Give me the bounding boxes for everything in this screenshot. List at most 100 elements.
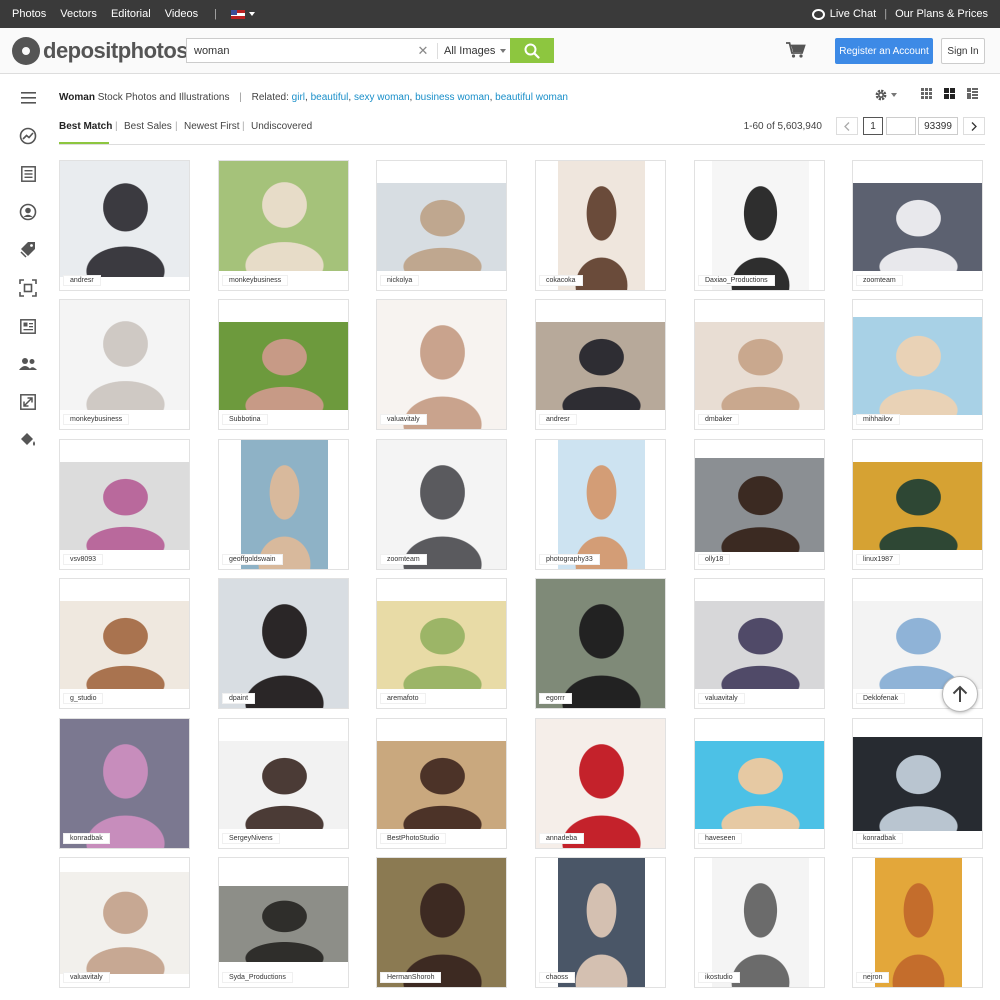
author-label[interactable]: haveseen xyxy=(698,833,743,844)
register-button[interactable]: Register an Account xyxy=(835,38,933,64)
logo[interactable]: depositphotos xyxy=(12,37,189,65)
prev-page-button[interactable] xyxy=(836,117,858,135)
language-selector[interactable] xyxy=(230,8,255,20)
image-card[interactable]: zoomteam xyxy=(376,439,507,570)
image-card[interactable]: mihhailov xyxy=(852,299,983,430)
author-label[interactable]: cokacoka xyxy=(539,275,583,286)
author-label[interactable]: linux1987 xyxy=(856,554,900,565)
search-button[interactable] xyxy=(510,38,554,63)
author-label[interactable]: vsv8093 xyxy=(63,554,104,565)
image-card[interactable]: SergeyNivens xyxy=(218,718,349,849)
author-label[interactable]: annadeba xyxy=(539,833,585,844)
author-label[interactable]: ikostudio xyxy=(698,972,740,983)
cart-icon[interactable] xyxy=(786,42,806,58)
list-icon[interactable] xyxy=(18,164,38,184)
menu-icon[interactable] xyxy=(18,88,38,108)
large-grid-view-button[interactable] xyxy=(944,88,955,102)
image-card[interactable]: geoffgoldswain xyxy=(218,439,349,570)
author-label[interactable]: andresr xyxy=(63,275,101,286)
author-label[interactable]: konradbak xyxy=(856,833,903,844)
image-card[interactable]: dpaint xyxy=(218,578,349,709)
related-link-business-woman[interactable]: business woman xyxy=(415,92,489,103)
plans-prices-link[interactable]: Our Plans & Prices xyxy=(895,8,988,20)
author-label[interactable]: aremafoto xyxy=(380,693,426,704)
image-card[interactable]: vsv8093 xyxy=(59,439,190,570)
author-label[interactable]: g_studio xyxy=(63,693,104,704)
image-card[interactable]: annadeba xyxy=(535,718,666,849)
image-card[interactable]: ikostudio xyxy=(694,857,825,988)
clear-search-icon[interactable]: ✕ xyxy=(415,43,431,59)
image-card[interactable]: andresr xyxy=(59,160,190,291)
tags-icon[interactable] xyxy=(18,240,38,260)
image-card[interactable]: BestPhotoStudio xyxy=(376,718,507,849)
image-card[interactable]: Daxiao_Productions xyxy=(694,160,825,291)
author-label[interactable]: dpaint xyxy=(222,693,256,704)
author-label[interactable]: egorrr xyxy=(539,693,572,704)
author-label[interactable]: zoomteam xyxy=(380,554,427,565)
mosaic-view-button[interactable] xyxy=(967,88,978,102)
author-label[interactable]: valuavitaly xyxy=(63,972,110,983)
search-input[interactable] xyxy=(187,39,415,62)
scroll-to-top-button[interactable] xyxy=(942,676,978,712)
image-card[interactable]: valuavitaly xyxy=(59,857,190,988)
author-label[interactable]: BestPhotoStudio xyxy=(380,833,447,844)
nav-photos[interactable]: Photos xyxy=(12,8,46,20)
image-card[interactable]: konradbak xyxy=(852,718,983,849)
image-card[interactable]: konradbak xyxy=(59,718,190,849)
author-label[interactable]: Deklofenak xyxy=(856,693,906,704)
author-label[interactable]: valuavitaly xyxy=(698,693,745,704)
people-icon[interactable] xyxy=(18,354,38,374)
tab-newest-first[interactable]: Newest First xyxy=(184,121,240,132)
author-label[interactable]: Daxiao_Productions xyxy=(698,275,775,286)
tab-best-match[interactable]: Best Match xyxy=(59,121,112,132)
image-card[interactable]: HermanShoroh xyxy=(376,857,507,988)
author-label[interactable]: zoomteam xyxy=(856,275,903,286)
author-label[interactable]: geoffgoldswain xyxy=(222,554,283,565)
author-label[interactable]: Syda_Productions xyxy=(222,972,293,983)
nav-videos[interactable]: Videos xyxy=(165,8,198,20)
author-label[interactable]: photography33 xyxy=(539,554,600,565)
author-label[interactable]: konradbak xyxy=(63,833,110,844)
tab-best-sales[interactable]: Best Sales xyxy=(124,121,172,132)
related-link-sexy-woman[interactable]: sexy woman xyxy=(354,92,410,103)
image-card[interactable]: Syda_Productions xyxy=(218,857,349,988)
nav-editorial[interactable]: Editorial xyxy=(111,8,151,20)
author-label[interactable]: nickolya xyxy=(380,275,420,286)
paint-bucket-icon[interactable] xyxy=(18,430,38,450)
image-card[interactable]: valuavitaly xyxy=(694,578,825,709)
expand-icon[interactable] xyxy=(18,392,38,412)
image-card[interactable]: photography33 xyxy=(535,439,666,570)
image-card[interactable]: monkeybusiness xyxy=(59,299,190,430)
image-card[interactable]: cokacoka xyxy=(535,160,666,291)
image-card[interactable]: monkeybusiness xyxy=(218,160,349,291)
user-circle-icon[interactable] xyxy=(18,202,38,222)
settings-dropdown[interactable] xyxy=(874,88,897,102)
image-card[interactable]: g_studio xyxy=(59,578,190,709)
page-number-input[interactable] xyxy=(886,117,916,135)
image-card[interactable]: dmbaker xyxy=(694,299,825,430)
author-label[interactable]: HermanShoroh xyxy=(380,972,442,983)
news-icon[interactable] xyxy=(18,316,38,336)
search-scope-dropdown[interactable]: All Images xyxy=(444,45,510,57)
author-label[interactable]: SergeyNivens xyxy=(222,833,280,844)
author-label[interactable]: mihhailov xyxy=(856,414,900,425)
author-label[interactable]: Subbotina xyxy=(222,414,268,425)
author-label[interactable]: olly18 xyxy=(698,554,731,565)
trending-icon[interactable] xyxy=(18,126,38,146)
author-label[interactable]: monkeybusiness xyxy=(222,275,289,286)
image-card[interactable]: olly18 xyxy=(694,439,825,570)
sign-in-button[interactable]: Sign In xyxy=(941,38,985,64)
author-label[interactable]: chaoss xyxy=(539,972,576,983)
related-link-beautiful-woman[interactable]: beautiful woman xyxy=(495,92,568,103)
author-label[interactable]: valuavitaly xyxy=(380,414,427,425)
image-card[interactable]: chaoss xyxy=(535,857,666,988)
image-card[interactable]: aremafoto xyxy=(376,578,507,709)
nav-vectors[interactable]: Vectors xyxy=(60,8,97,20)
small-grid-view-button[interactable] xyxy=(921,88,932,102)
live-chat-link[interactable]: Live Chat xyxy=(830,8,876,20)
author-label[interactable]: andresr xyxy=(539,414,577,425)
related-link-beautiful[interactable]: beautiful xyxy=(311,92,349,103)
image-card[interactable]: nickolya xyxy=(376,160,507,291)
image-card[interactable]: zoomteam xyxy=(852,160,983,291)
image-card[interactable]: andresr xyxy=(535,299,666,430)
